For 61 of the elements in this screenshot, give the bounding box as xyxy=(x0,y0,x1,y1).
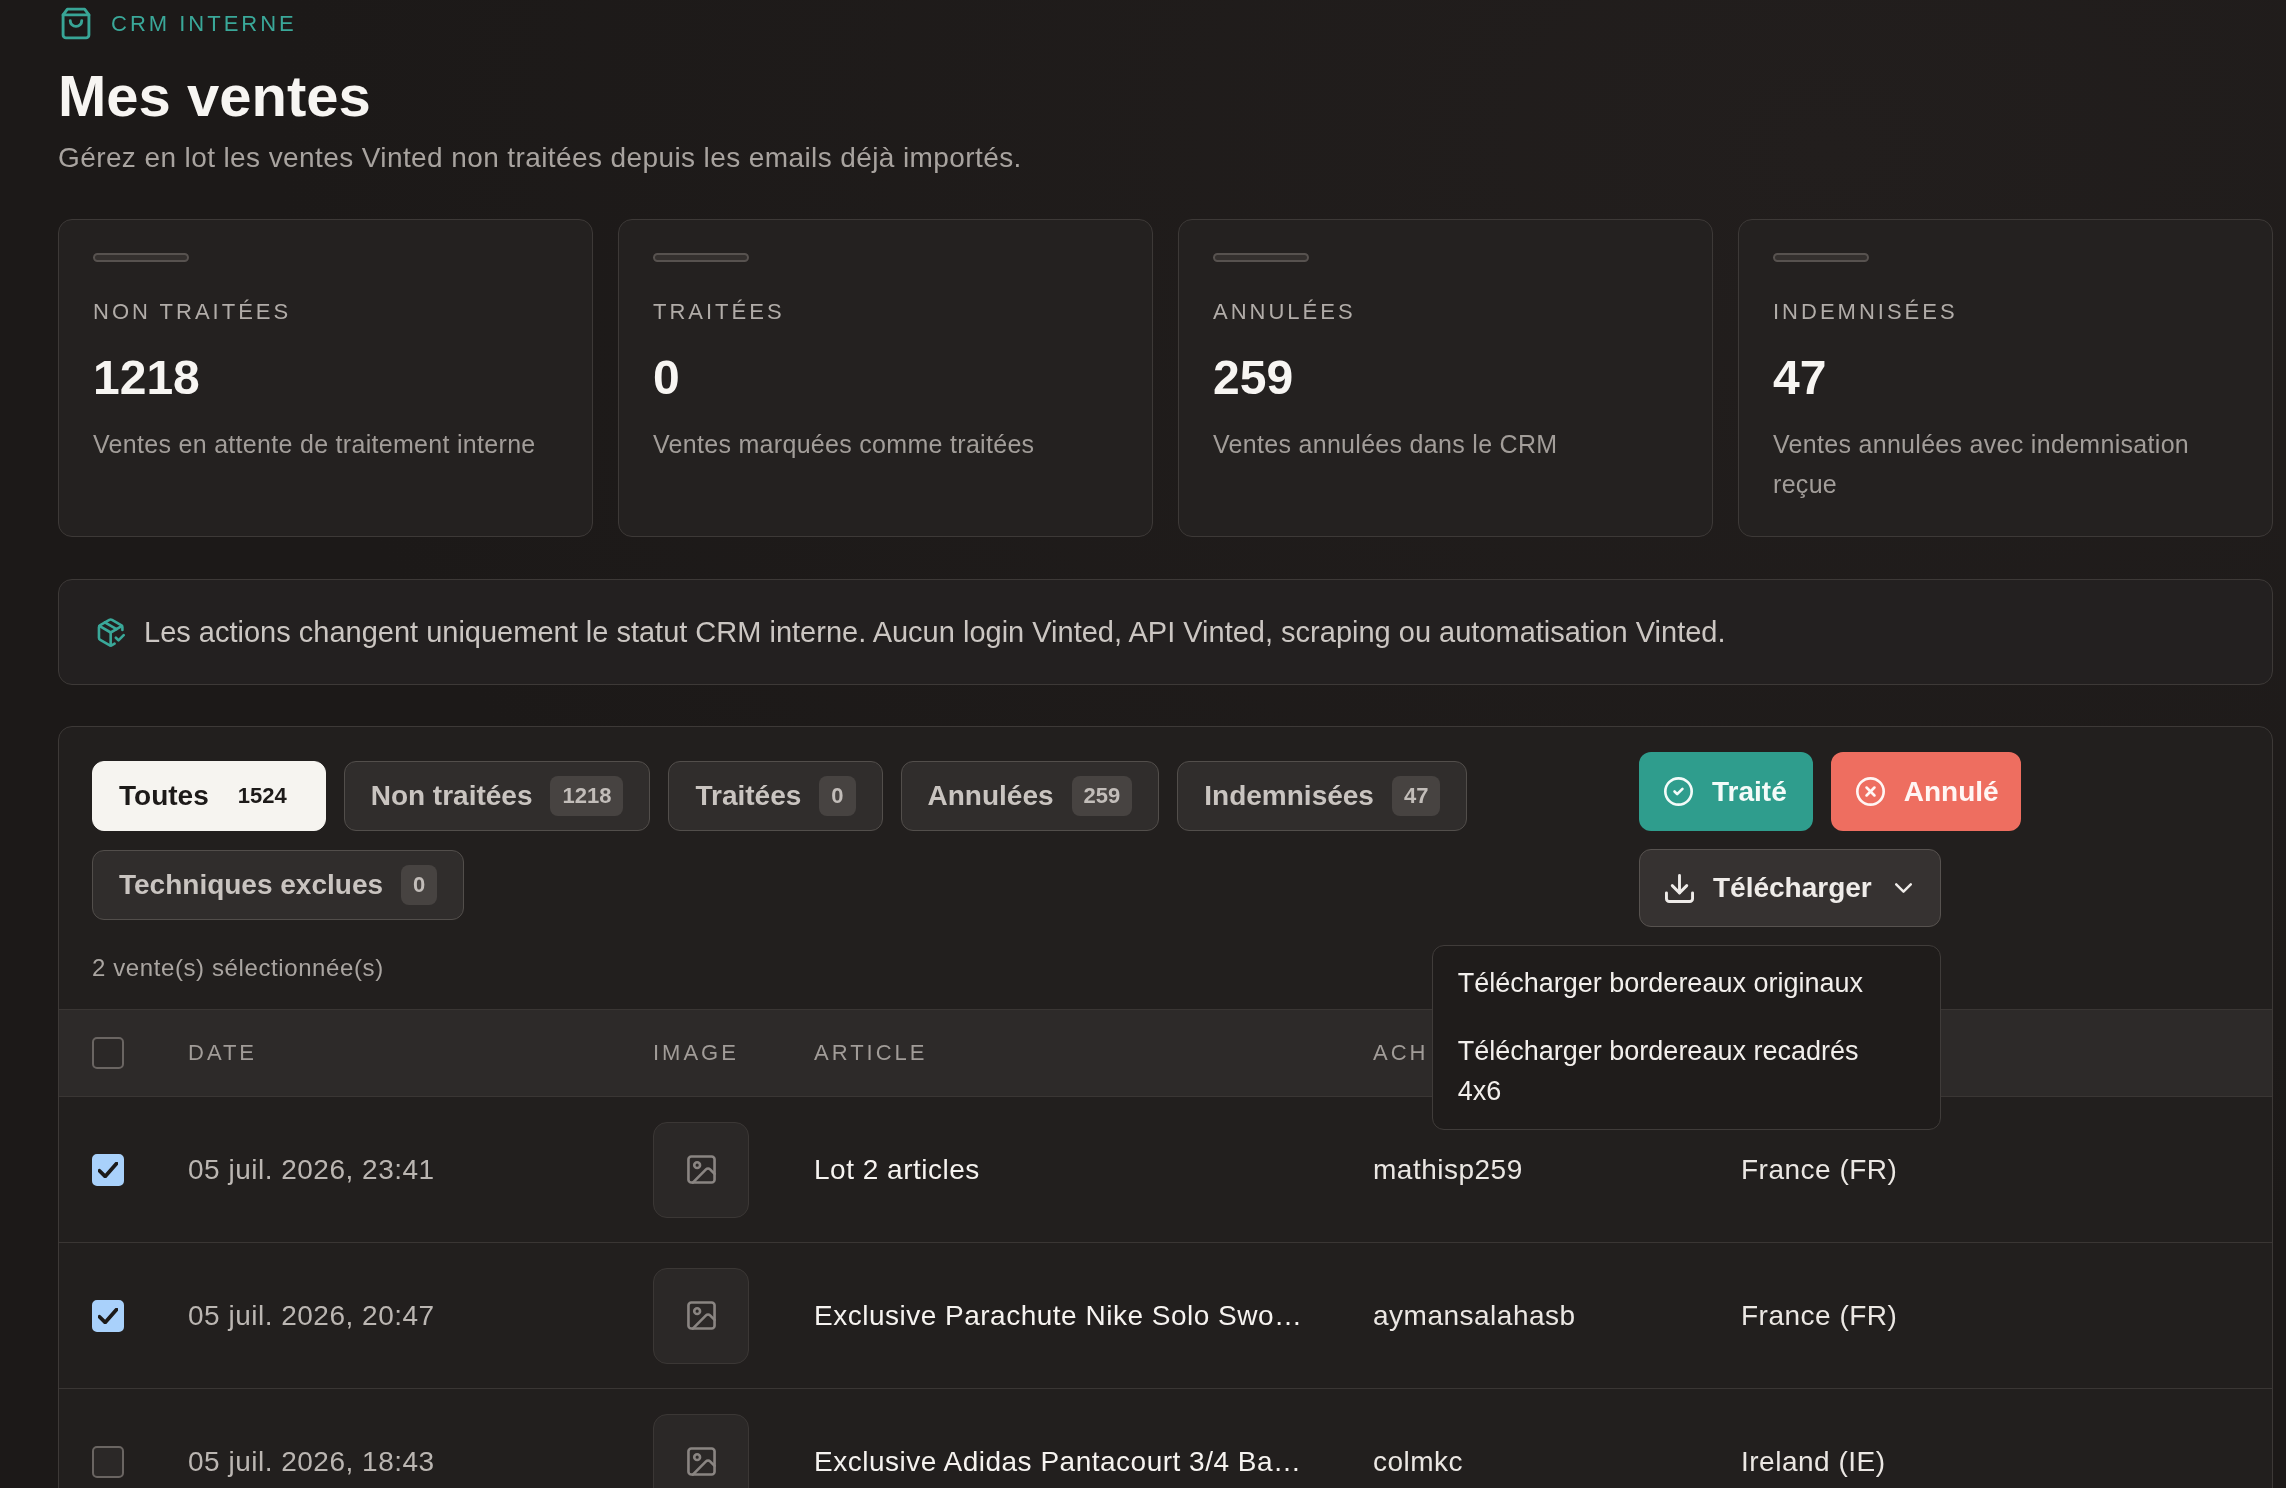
shopping-bag-icon xyxy=(60,7,92,40)
stat-label: TRAITÉES xyxy=(653,298,785,326)
row-checkbox[interactable] xyxy=(92,1445,124,1478)
checkmark-icon xyxy=(98,1307,118,1324)
close-circle-icon xyxy=(1855,777,1885,806)
stat-description: Ventes annulées dans le CRM xyxy=(1213,429,1559,460)
country-name: France (FR) xyxy=(1741,1299,1898,1332)
tab-count: 47 xyxy=(1391,776,1441,816)
filter-tab[interactable]: Annulées 259 xyxy=(900,761,1160,831)
download-icon xyxy=(1665,873,1694,903)
filter-tab[interactable]: Indemnisées 47 xyxy=(1177,761,1468,831)
select-all-checkbox[interactable] xyxy=(92,1037,124,1069)
page-subtitle: Gérez en lot les ventes Vinted non traitées depuis les emails déjà importés. xyxy=(58,141,1022,175)
column-header: IMAGE xyxy=(653,1040,739,1066)
stat-description: Ventes annulées avec indemnisation reçue xyxy=(1773,429,2191,500)
stat-value: 259 xyxy=(1213,350,1294,406)
brand-label: CRM INTERNE xyxy=(111,10,297,37)
image-icon xyxy=(686,1155,716,1184)
filter-tab[interactable]: Traitées 0 xyxy=(668,761,883,831)
column-header: ARTICLE xyxy=(814,1040,928,1066)
tab-count: 259 xyxy=(1071,776,1133,816)
article-title: Exclusive Parachute Nike Solo Swo… xyxy=(814,1299,1303,1332)
stat-label: ANNULÉES xyxy=(1213,298,1356,326)
stat-value: 0 xyxy=(653,350,680,406)
stat-description: Ventes en attente de traitement interne xyxy=(93,429,537,460)
article-title: Exclusive Adidas Pantacourt 3/4 Ba… xyxy=(814,1445,1302,1478)
column-header: ACH xyxy=(1373,1040,1429,1066)
filter-tab[interactable]: Non traitées 1218 xyxy=(343,761,651,831)
page-title: Mes ventes xyxy=(58,62,371,130)
package-check-icon xyxy=(97,617,125,647)
tab-count: 0 xyxy=(401,865,438,905)
image-icon xyxy=(686,1301,716,1330)
notice-text: Les actions changent uniquement le statut CRM interne. Aucun login Vinted, API Vinted, scraping ou automatisation Vinted. xyxy=(144,615,1726,649)
stat-label: NON TRAITÉES xyxy=(93,298,292,326)
checkmark-icon xyxy=(98,1161,118,1178)
sale-date: 05 juil. 2026, 18:43 xyxy=(188,1445,435,1478)
country-name: Ireland (IE) xyxy=(1741,1445,1886,1478)
stat-value: 1218 xyxy=(93,350,200,406)
tab-count: 0 xyxy=(819,776,856,816)
stat-value: 47 xyxy=(1773,350,1827,406)
stat-description: Ventes marquées comme traitées xyxy=(653,429,1036,460)
tab-count: 1524 xyxy=(237,782,287,810)
sale-date: 05 juil. 2026, 20:47 xyxy=(188,1299,435,1332)
buyer-name: colmkc xyxy=(1373,1445,1464,1478)
menu-item[interactable]: Télécharger bordereaux originaux xyxy=(1432,949,1940,1017)
column-header: DATE xyxy=(188,1040,258,1066)
filter-tab[interactable]: Toutes 1524 xyxy=(92,761,326,831)
image-icon xyxy=(686,1447,716,1476)
selection-count: 2 vente(s) sélectionnée(s) xyxy=(92,953,384,983)
buyer-name: aymansalahasb xyxy=(1373,1299,1576,1332)
stat-label: INDEMNISÉES xyxy=(1773,298,1958,326)
tab-count: 1218 xyxy=(550,776,624,816)
chevron-down-icon xyxy=(1894,883,1912,893)
country-name: France (FR) xyxy=(1741,1153,1898,1186)
filter-tab[interactable]: Techniques exclues 0 xyxy=(92,850,465,920)
check-circle-icon xyxy=(1664,777,1693,806)
buyer-name: mathisp259 xyxy=(1373,1153,1523,1186)
article-title: Lot 2 articles xyxy=(814,1153,980,1186)
menu-item[interactable]: Télécharger bordereaux recadrés 4x6 xyxy=(1432,1017,1940,1125)
download-button[interactable]: Télécharger xyxy=(1639,849,1941,927)
sale-date: 05 juil. 2026, 23:41 xyxy=(188,1153,435,1186)
